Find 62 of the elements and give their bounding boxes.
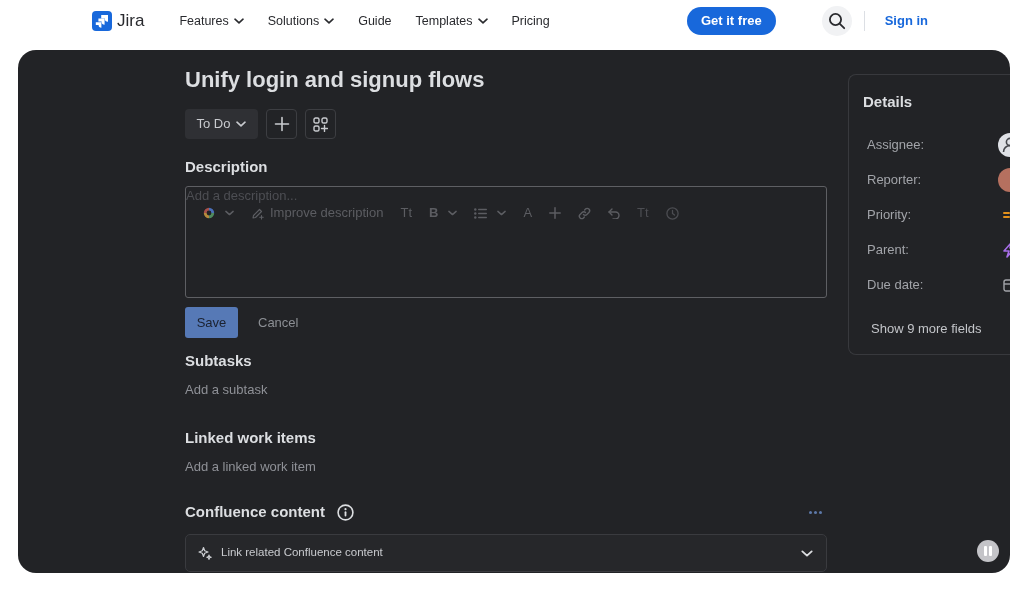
logo-icon bbox=[92, 11, 112, 31]
save-button[interactable]: Save bbox=[185, 307, 238, 338]
panel-heading: Details bbox=[863, 92, 914, 112]
field-label: Reporter: bbox=[867, 170, 922, 189]
cancel-button[interactable]: Cancel bbox=[258, 312, 299, 333]
nav-menu-button[interactable]: Solutions bbox=[267, 11, 335, 31]
plus-icon bbox=[273, 116, 290, 132]
status-dropdown[interactable]: To Do bbox=[185, 109, 258, 139]
plus-icon bbox=[549, 207, 562, 219]
priority-icon bbox=[1003, 210, 1010, 219]
ai-button[interactable] bbox=[203, 207, 234, 219]
calendar-icon bbox=[1003, 277, 1010, 292]
chevron-down-icon bbox=[233, 18, 244, 24]
chevron-down-icon bbox=[477, 18, 488, 24]
show-more-fields-button[interactable]: Show 9 more fields bbox=[871, 320, 982, 338]
search-button[interactable] bbox=[821, 6, 852, 36]
grid-plus-icon bbox=[313, 116, 328, 132]
nav-link[interactable]: Pricing bbox=[511, 11, 550, 31]
add-button[interactable] bbox=[266, 109, 297, 139]
lightning-icon bbox=[1002, 241, 1010, 258]
field-label: Priority: bbox=[867, 205, 912, 224]
chevron-down-icon bbox=[801, 549, 813, 557]
chevron-down-icon bbox=[497, 210, 507, 216]
avatar-icon bbox=[998, 132, 1010, 157]
nav-link[interactable]: Guide bbox=[358, 11, 392, 31]
info-icon[interactable] bbox=[337, 503, 354, 521]
chevron-down-icon bbox=[448, 210, 458, 216]
more-icon[interactable] bbox=[809, 510, 822, 514]
apps-button[interactable] bbox=[305, 109, 336, 139]
chevron-down-icon bbox=[225, 210, 234, 216]
section-heading: Description bbox=[185, 157, 269, 177]
field-label: Parent: bbox=[867, 240, 909, 259]
section-heading: Linked work items bbox=[185, 428, 317, 448]
avatar-icon bbox=[998, 167, 1010, 192]
chevron-down-icon bbox=[324, 18, 335, 24]
clock-icon bbox=[665, 206, 679, 220]
add-item-button[interactable]: Add a linked work item bbox=[185, 458, 316, 476]
ai-icon bbox=[203, 207, 215, 219]
get-it-free-button[interactable]: Get it free bbox=[686, 7, 776, 35]
undo-button[interactable] bbox=[608, 207, 621, 219]
search-icon bbox=[827, 12, 846, 30]
pause-icon bbox=[984, 546, 992, 556]
sign-in-link[interactable]: Sign in bbox=[884, 11, 928, 31]
link-content-dropdown[interactable]: Link related Confluence content bbox=[185, 534, 827, 572]
list-button[interactable] bbox=[474, 207, 507, 219]
sparkle-icon bbox=[198, 546, 212, 560]
link-button[interactable] bbox=[578, 206, 592, 220]
link-icon bbox=[578, 206, 592, 220]
logo-link[interactable]: Jira bbox=[92, 8, 145, 34]
nav-menu-button[interactable]: Templates bbox=[415, 11, 488, 31]
chevron-down-icon bbox=[236, 121, 247, 127]
field-label: Assignee: bbox=[867, 135, 925, 154]
add-item-button[interactable]: Add a subtask bbox=[185, 381, 268, 399]
field-label: Due date: bbox=[867, 275, 924, 294]
work-item-title: Unify login and signup flows bbox=[185, 66, 486, 94]
pencil-sparkle-icon bbox=[251, 206, 264, 220]
list-icon bbox=[474, 207, 488, 219]
section-heading: Subtasks bbox=[185, 351, 253, 371]
undo-icon bbox=[608, 207, 621, 219]
pause-button[interactable] bbox=[977, 540, 999, 562]
section-heading: Confluence content bbox=[185, 502, 325, 522]
nav-menu-button[interactable]: Features bbox=[179, 11, 244, 31]
